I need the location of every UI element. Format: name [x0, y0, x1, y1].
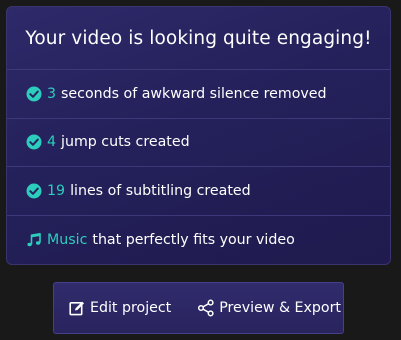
silence-count: 3: [47, 85, 57, 102]
list-item-jump-cuts: 4 jump cuts created: [7, 119, 390, 167]
check-circle-icon: [26, 86, 42, 102]
preview-export-button[interactable]: Preview & Export: [197, 299, 341, 317]
edit-project-button[interactable]: Edit project: [68, 299, 171, 317]
music-link: Music: [47, 231, 88, 248]
edit-project-label: Edit project: [90, 300, 172, 316]
edit-icon: [68, 299, 86, 317]
summary-card: Your video is looking quite engaging! 3 …: [6, 6, 391, 265]
subtitles-count: 19: [47, 182, 66, 199]
list-item-subtitles: 19 lines of subtitling created: [7, 167, 390, 216]
jump-cuts-text: jump cuts created: [61, 134, 190, 151]
check-circle-icon: [26, 183, 42, 199]
card-header: Your video is looking quite engaging!: [7, 7, 390, 70]
check-circle-icon: [26, 134, 42, 150]
preview-export-label: Preview & Export: [219, 300, 341, 316]
silence-text: seconds of awkward silence removed: [61, 85, 327, 102]
list-item-music: Music that perfectly fits your video: [7, 216, 390, 265]
action-bar: Edit project Preview & Export: [53, 282, 344, 334]
subtitles-text: lines of subtitling created: [70, 182, 251, 199]
card-title: Your video is looking quite engaging!: [25, 27, 372, 49]
list-item-silence: 3 seconds of awkward silence removed: [7, 70, 390, 119]
share-icon: [197, 299, 215, 317]
music-note-icon: [26, 232, 42, 248]
music-text: that perfectly fits your video: [92, 231, 295, 248]
jump-cuts-count: 4: [47, 134, 57, 151]
